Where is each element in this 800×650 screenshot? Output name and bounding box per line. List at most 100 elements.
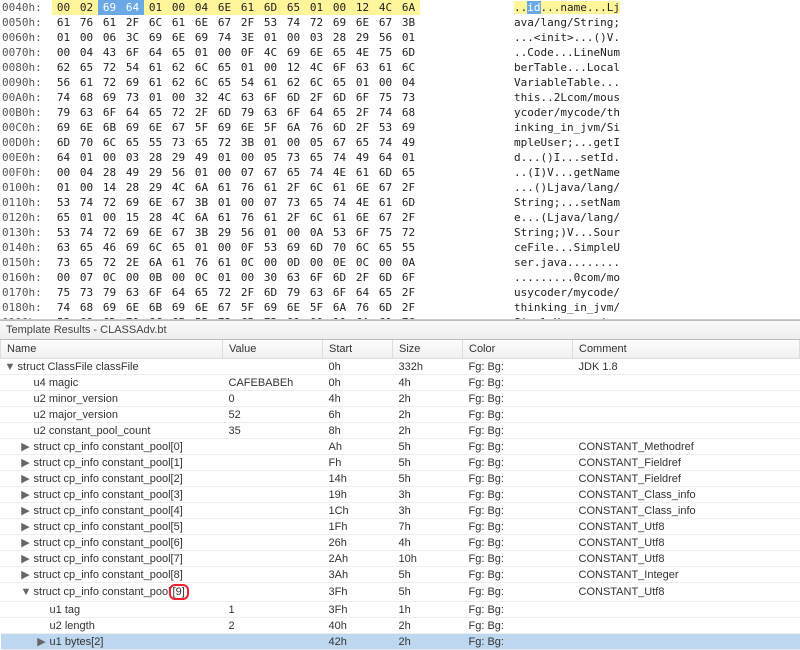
disclosure-open-icon[interactable]: ▼ [5, 361, 15, 373]
disclosure-closed-icon[interactable]: ▶ [21, 568, 31, 581]
table-row[interactable]: ▶ struct cp_info constant_pool[1]Fh5hFg:… [1, 455, 800, 471]
hex-row[interactable]: 0110h:537472696E673B0100077365744E616DSt… [0, 195, 800, 210]
name-cell[interactable]: ▶ struct cp_info constant_pool[8] [1, 567, 223, 583]
disclosure-closed-icon[interactable]: ▶ [37, 635, 47, 648]
hex-row[interactable]: 0100h:01001428294C6A6176612F6C616E672F..… [0, 180, 800, 195]
column-header[interactable]: Value [223, 340, 323, 359]
hex-bytes[interactable]: 746869730100324C636F6D2F6D6F7573 [52, 90, 504, 105]
hex-bytes[interactable]: 6D706C65557365723B01000567657449 [52, 135, 504, 150]
hex-bytes[interactable]: 537472696E673B295601000A536F7572 [52, 225, 504, 240]
table-row[interactable]: ▶ struct cp_info constant_pool[2]14h5hFg… [1, 471, 800, 487]
hex-row[interactable]: 0070h:0004436F646501000F4C696E654E756D..… [0, 45, 800, 60]
disclosure-open-icon[interactable]: ▼ [21, 586, 31, 598]
hex-bytes[interactable]: 000269640100046E616D650100124C6A [52, 0, 504, 15]
table-row[interactable]: u2 constant_pool_count358h2hFg: Bg: [1, 423, 800, 439]
disclosure-closed-icon[interactable]: ▶ [21, 456, 31, 469]
table-row[interactable]: ▶ struct cp_info constant_pool[8]3Ah5hFg… [1, 567, 800, 583]
table-row[interactable]: ▶ struct cp_info constant_pool[7]2Ah10hF… [1, 551, 800, 567]
hex-bytes[interactable]: 7468696E6B696E675F696E5F6A766D2F [52, 300, 504, 315]
table-row[interactable]: u2 major_version526h2hFg: Bg: [1, 407, 800, 423]
name-cell[interactable]: u2 length [1, 618, 223, 634]
disclosure-closed-icon[interactable]: ▶ [21, 536, 31, 549]
table-row[interactable]: ▶ struct cp_info constant_pool[0]Ah5hFg:… [1, 439, 800, 455]
table-row[interactable]: u1 tag13Fh1hFg: Bg: [1, 602, 800, 618]
table-row[interactable]: ▶ struct cp_info constant_pool[6]26h4hFg… [1, 535, 800, 551]
disclosure-closed-icon[interactable]: ▶ [21, 552, 31, 565]
hex-address: 0050h: [0, 15, 52, 30]
hex-row[interactable]: 0180h:7468696E6B696E675F696E5F6A766D2Fth… [0, 300, 800, 315]
hex-bytes[interactable]: 6265725461626C650100124C6F63616C [52, 60, 504, 75]
hex-bytes[interactable]: 00070C000B000C010030636F6D2F6D6F [52, 270, 504, 285]
hex-bytes[interactable]: 757379636F6465722F6D79636F64652F [52, 285, 504, 300]
name-cell[interactable]: ▼ struct cp_info constant_pool[9] [1, 583, 223, 602]
hex-bytes[interactable]: 0004284929560100076765744E616D65 [52, 165, 504, 180]
hex-row[interactable]: 0170h:757379636F6465722F6D79636F64652Fus… [0, 285, 800, 300]
hex-view[interactable]: 0040h:000269640100046E616D650100124C6A..… [0, 0, 800, 320]
hex-bytes[interactable]: 79636F6465722F6D79636F64652F7468 [52, 105, 504, 120]
column-header[interactable]: Start [323, 340, 393, 359]
name-cell[interactable]: ▶ struct cp_info constant_pool[0] [1, 439, 223, 455]
hex-bytes[interactable]: 7365722E6A6176610C000D000E0C000A [52, 255, 504, 270]
name-cell[interactable]: ▶ struct cp_info constant_pool[3] [1, 487, 223, 503]
disclosure-closed-icon[interactable]: ▶ [21, 440, 31, 453]
table-row[interactable]: u2 minor_version04h2hFg: Bg: [1, 391, 800, 407]
hex-row[interactable]: 0080h:6265725461626C650100124C6F63616Cbe… [0, 60, 800, 75]
hex-row[interactable]: 0150h:7365722E6A6176610C000D000E0C000Ase… [0, 255, 800, 270]
name-cell[interactable]: u1 tag [1, 602, 223, 618]
hex-bytes[interactable]: 537472696E673B0100077365744E616D [52, 195, 504, 210]
hex-row[interactable]: 0130h:537472696E673B295601000A536F7572St… [0, 225, 800, 240]
table-row[interactable]: u4 magicCAFEBABEh0h4hFg: Bg: [1, 375, 800, 391]
disclosure-closed-icon[interactable]: ▶ [21, 520, 31, 533]
table-row[interactable]: ▶ struct cp_info constant_pool[3]19h3hFg… [1, 487, 800, 503]
name-cell[interactable]: ▶ u1 bytes[2] [1, 634, 223, 650]
name-cell[interactable]: u2 major_version [1, 407, 223, 423]
hex-row[interactable]: 0050h:6176612F6C616E672F537472696E673Bav… [0, 15, 800, 30]
table-row[interactable]: u2 length240h2hFg: Bg: [1, 618, 800, 634]
hex-address: 0070h: [0, 45, 52, 60]
hex-bytes[interactable]: 01001428294C6A6176612F6C616E672F [52, 180, 504, 195]
template-results-grid[interactable]: NameValueStartSizeColorComment ▼ struct … [0, 340, 800, 650]
hex-row[interactable]: 0160h:00070C000B000C010030636F6D2F6D6F..… [0, 270, 800, 285]
hex-row[interactable]: 00B0h:79636F6465722F6D79636F64652F7468yc… [0, 105, 800, 120]
name-cell[interactable]: ▶ struct cp_info constant_pool[1] [1, 455, 223, 471]
table-row[interactable]: ▼ struct cp_info constant_pool[9]3Fh5hFg… [1, 583, 800, 602]
hex-row[interactable]: 00C0h:696E6B696E675F696E5F6A766D2F5369in… [0, 120, 800, 135]
hex-bytes[interactable]: 636546696C6501000F53696D706C6555 [52, 240, 504, 255]
hex-row[interactable]: 00A0h:746869730100324C636F6D2F6D6F7573th… [0, 90, 800, 105]
name-cell[interactable]: ▶ struct cp_info constant_pool[2] [1, 471, 223, 487]
column-header[interactable]: Comment [573, 340, 800, 359]
hex-bytes[interactable]: 696E6B696E675F696E5F6A766D2F5369 [52, 120, 504, 135]
hex-row[interactable]: 0090h:5661726961626C655461626C65010004Va… [0, 75, 800, 90]
hex-row[interactable]: 00E0h:64010003282949010005736574496401d.… [0, 150, 800, 165]
name-cell[interactable]: ▶ struct cp_info constant_pool[4] [1, 503, 223, 519]
table-row[interactable]: ▶ u1 bytes[2]42h2hFg: Bg: [1, 634, 800, 650]
hex-row[interactable]: 00D0h:6D706C65557365723B01000567657449mp… [0, 135, 800, 150]
disclosure-closed-icon[interactable]: ▶ [21, 504, 31, 517]
table-row[interactable]: ▼ struct ClassFile classFile0h332hFg: Bg… [1, 359, 800, 375]
table-row[interactable]: ▶ struct cp_info constant_pool[5]1Fh7hFg… [1, 519, 800, 535]
hex-bytes[interactable]: 65010015284C6A6176612F6C616E672F [52, 210, 504, 225]
name-cell[interactable]: ▶ struct cp_info constant_pool[5] [1, 519, 223, 535]
column-header[interactable]: Color [463, 340, 573, 359]
name-cell[interactable]: ▼ struct ClassFile classFile [1, 359, 223, 375]
hex-bytes[interactable]: 0100063C696E69743E01000328295601 [52, 30, 504, 45]
hex-bytes[interactable]: 0004436F646501000F4C696E654E756D [52, 45, 504, 60]
column-header[interactable]: Name [1, 340, 223, 359]
hex-row[interactable]: 00F0h:0004284929560100076765744E616D65..… [0, 165, 800, 180]
name-cell[interactable]: u4 magic [1, 375, 223, 391]
hex-bytes[interactable]: 64010003282949010005736574496401 [52, 150, 504, 165]
hex-row[interactable]: 0140h:636546696C6501000F53696D706C6555ce… [0, 240, 800, 255]
column-header[interactable]: Size [393, 340, 463, 359]
name-cell[interactable]: u2 minor_version [1, 391, 223, 407]
hex-row[interactable]: 0120h:65010015284C6A6176612F6C616E672Fe.… [0, 210, 800, 225]
disclosure-closed-icon[interactable]: ▶ [21, 488, 31, 501]
hex-row[interactable]: 0060h:0100063C696E69743E01000328295601..… [0, 30, 800, 45]
disclosure-closed-icon[interactable]: ▶ [21, 472, 31, 485]
name-cell[interactable]: ▶ struct cp_info constant_pool[6] [1, 535, 223, 551]
hex-bytes[interactable]: 6176612F6C616E672F537472696E673B [52, 15, 504, 30]
hex-bytes[interactable]: 5661726961626C655461626C65010004 [52, 75, 504, 90]
hex-row[interactable]: 0040h:000269640100046E616D650100124C6A..… [0, 0, 800, 15]
name-cell[interactable]: u2 constant_pool_count [1, 423, 223, 439]
name-cell[interactable]: ▶ struct cp_info constant_pool[7] [1, 551, 223, 567]
table-row[interactable]: ▶ struct cp_info constant_pool[4]1Ch3hFg… [1, 503, 800, 519]
